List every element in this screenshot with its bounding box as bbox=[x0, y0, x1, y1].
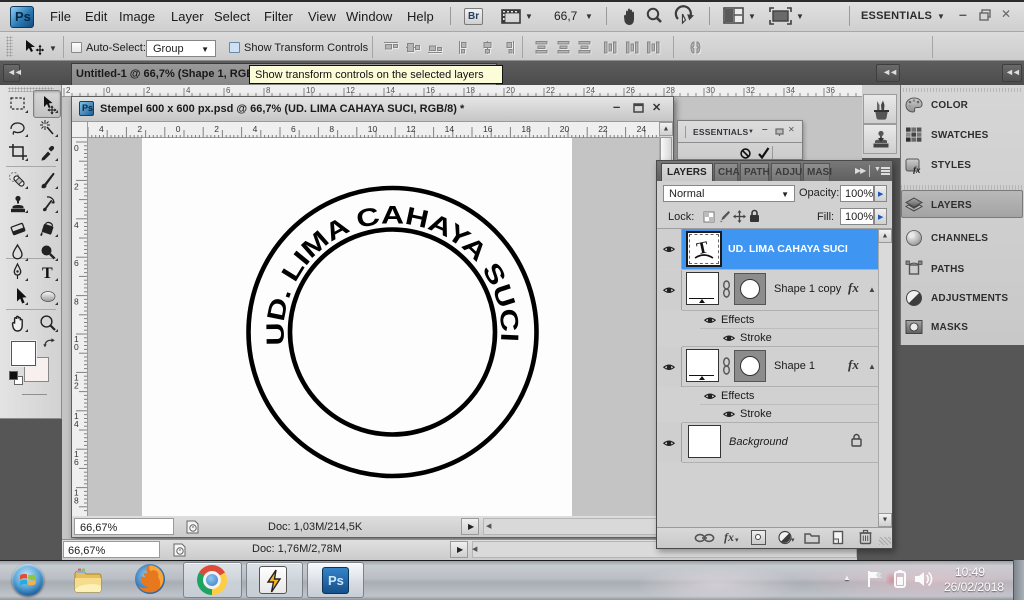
svg-text:36: 36 bbox=[826, 86, 835, 95]
svg-text:4: 4 bbox=[99, 124, 104, 134]
svg-text:2: 2 bbox=[137, 124, 142, 134]
svg-text:8: 8 bbox=[74, 297, 79, 307]
svg-text:6: 6 bbox=[291, 124, 296, 134]
svg-text:32: 32 bbox=[746, 86, 755, 95]
svg-text:20: 20 bbox=[506, 86, 515, 95]
svg-text:24: 24 bbox=[637, 124, 647, 134]
svg-text:22: 22 bbox=[546, 86, 555, 95]
svg-text:6: 6 bbox=[226, 86, 231, 95]
svg-text:20: 20 bbox=[560, 124, 570, 134]
svg-text:6: 6 bbox=[74, 258, 79, 268]
svg-text:22: 22 bbox=[598, 124, 608, 134]
svg-text:8: 8 bbox=[329, 124, 334, 134]
svg-text:14: 14 bbox=[445, 124, 455, 134]
svg-text:18: 18 bbox=[521, 124, 531, 134]
svg-text:16: 16 bbox=[483, 124, 493, 134]
svg-text:10: 10 bbox=[368, 124, 378, 134]
svg-text:2: 2 bbox=[214, 124, 219, 134]
svg-text:10: 10 bbox=[306, 86, 315, 95]
svg-text:0: 0 bbox=[74, 342, 79, 352]
svg-text:14: 14 bbox=[386, 86, 395, 95]
svg-text:4: 4 bbox=[74, 220, 79, 230]
svg-text:4: 4 bbox=[186, 86, 191, 95]
svg-text:8: 8 bbox=[266, 86, 271, 95]
svg-text:0: 0 bbox=[106, 86, 111, 95]
svg-text:12: 12 bbox=[346, 86, 355, 95]
svg-text:0: 0 bbox=[74, 143, 79, 153]
svg-text:4: 4 bbox=[253, 124, 258, 134]
svg-text:4: 4 bbox=[74, 419, 79, 429]
svg-text:2: 2 bbox=[66, 86, 71, 95]
svg-text:8: 8 bbox=[74, 496, 79, 506]
svg-text:0: 0 bbox=[176, 124, 181, 134]
svg-text:26: 26 bbox=[626, 86, 635, 95]
svg-text:2: 2 bbox=[74, 181, 79, 191]
svg-text:34: 34 bbox=[786, 86, 795, 95]
svg-text:28: 28 bbox=[666, 86, 675, 95]
svg-text:18: 18 bbox=[466, 86, 475, 95]
svg-text:fx: fx bbox=[913, 165, 921, 174]
svg-text:6: 6 bbox=[74, 457, 79, 467]
svg-text:2: 2 bbox=[74, 380, 79, 390]
svg-text:24: 24 bbox=[586, 86, 595, 95]
svg-text:16: 16 bbox=[426, 86, 435, 95]
svg-text:12: 12 bbox=[406, 124, 416, 134]
svg-text:30: 30 bbox=[706, 86, 715, 95]
svg-text:2: 2 bbox=[146, 86, 151, 95]
